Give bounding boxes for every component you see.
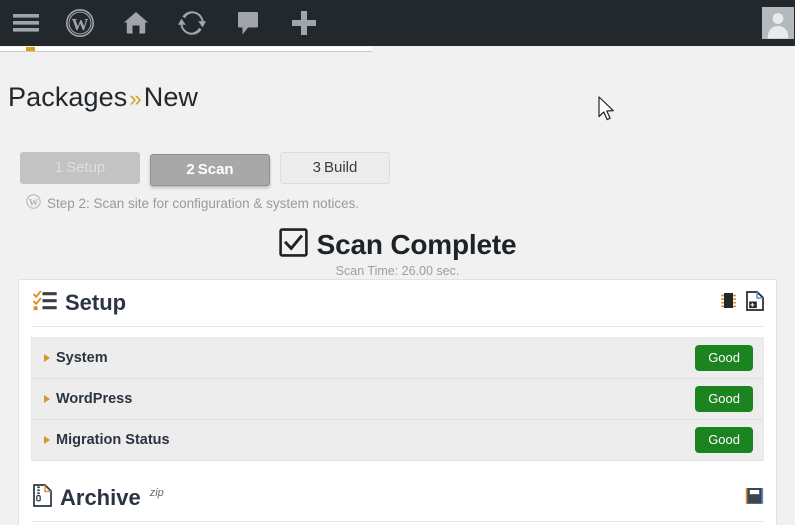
admin-bar-spacer [332,0,757,46]
archive-section-divider [31,521,764,522]
wizard-steps: 1 Setup 2 Scan 3 Build [20,152,390,186]
step-tab-setup[interactable]: 1 Setup [20,152,140,184]
avatar [762,7,794,39]
archive-section-label: Archive [60,485,141,510]
zip-file-icon [33,483,52,513]
step-build-number: 3 [312,159,321,176]
step-description: W Step 2: Scan site for configuration & … [26,194,359,212]
status-badge[interactable]: Good [695,386,753,412]
archive-section-header: Archive zip [19,475,776,521]
table-row[interactable]: Migration Status Good [32,420,763,461]
setup-section-divider [31,326,764,327]
status-badge[interactable]: Good [695,345,753,371]
row-toggle-system[interactable]: System [44,350,108,366]
plus-icon [291,10,317,36]
setup-section-title: Setup [33,289,126,317]
row-toggle-wordpress[interactable]: WordPress [44,391,132,407]
row-label-migration-status: Migration Status [56,432,170,448]
results-panel: Setup System Good WordPress Good Migrati… [18,279,777,525]
admin-bar: W [0,0,795,46]
setup-section-label: Setup [65,290,127,315]
scan-status: Scan Complete Scan Time: 26.00 sec. [0,228,795,278]
step-scan-number: 2 [186,161,195,178]
page-title: Packages»New [8,82,198,113]
page-loading-bar-fill [26,47,35,51]
table-row[interactable]: System Good [32,338,763,379]
row-toggle-migration-status[interactable]: Migration Status [44,432,170,448]
step-tab-scan[interactable]: 2 Scan [150,154,270,186]
step-build-label: Build [323,159,358,176]
server-chip-icon[interactable] [720,291,737,315]
step-scan-label: Scan [197,161,234,178]
my-account-button[interactable] [757,0,795,46]
updates-icon [178,9,206,37]
checklist-icon [33,289,57,317]
page-loading-bar [0,47,372,52]
archive-section-title: Archive zip [33,483,164,513]
archive-format-superscript: zip [149,486,164,499]
scan-status-line: Scan Complete [278,228,517,262]
setup-section-header: Setup [19,280,776,326]
checkbox-checked-icon [278,228,308,262]
wordpress-icon: W [65,8,95,38]
step-tab-build[interactable]: 3 Build [280,152,390,184]
wordpress-logo-button[interactable]: W [52,0,108,46]
new-content-button[interactable] [276,0,332,46]
visit-site-button[interactable] [108,0,164,46]
setup-status-list: System Good WordPress Good Migration Sta… [31,337,764,461]
menu-button[interactable] [0,0,52,46]
chevron-right-icon [44,354,50,362]
step-setup-number: 1 [54,159,64,176]
home-icon [122,10,150,36]
wordpress-small-icon: W [26,194,41,212]
row-label-system: System [56,350,108,366]
comments-button[interactable] [220,0,276,46]
step-description-text: Step 2: Scan site for configuration & sy… [47,195,360,211]
breadcrumb-separator: » [129,86,142,111]
scan-status-title: Scan Complete [316,229,517,260]
file-export-icon[interactable] [746,290,764,316]
page-title-sub: New [143,82,199,112]
updates-button[interactable] [164,0,220,46]
step-setup-label: Setup [66,159,106,176]
save-disk-icon[interactable] [745,487,764,510]
comment-bubble-icon [236,10,260,36]
menu-icon [13,13,39,33]
page-title-main: Packages [8,82,128,112]
svg-text:W: W [72,15,89,34]
scan-time: Scan Time: 26.00 sec. [335,264,460,278]
row-label-wordpress: WordPress [56,391,133,407]
chevron-right-icon [44,436,50,444]
chevron-right-icon [44,395,50,403]
setup-header-actions [720,290,764,316]
status-badge[interactable]: Good [695,427,753,453]
table-row[interactable]: WordPress Good [32,379,763,420]
mouse-cursor [598,96,618,129]
archive-header-actions [745,487,764,510]
svg-text:W: W [29,198,39,208]
